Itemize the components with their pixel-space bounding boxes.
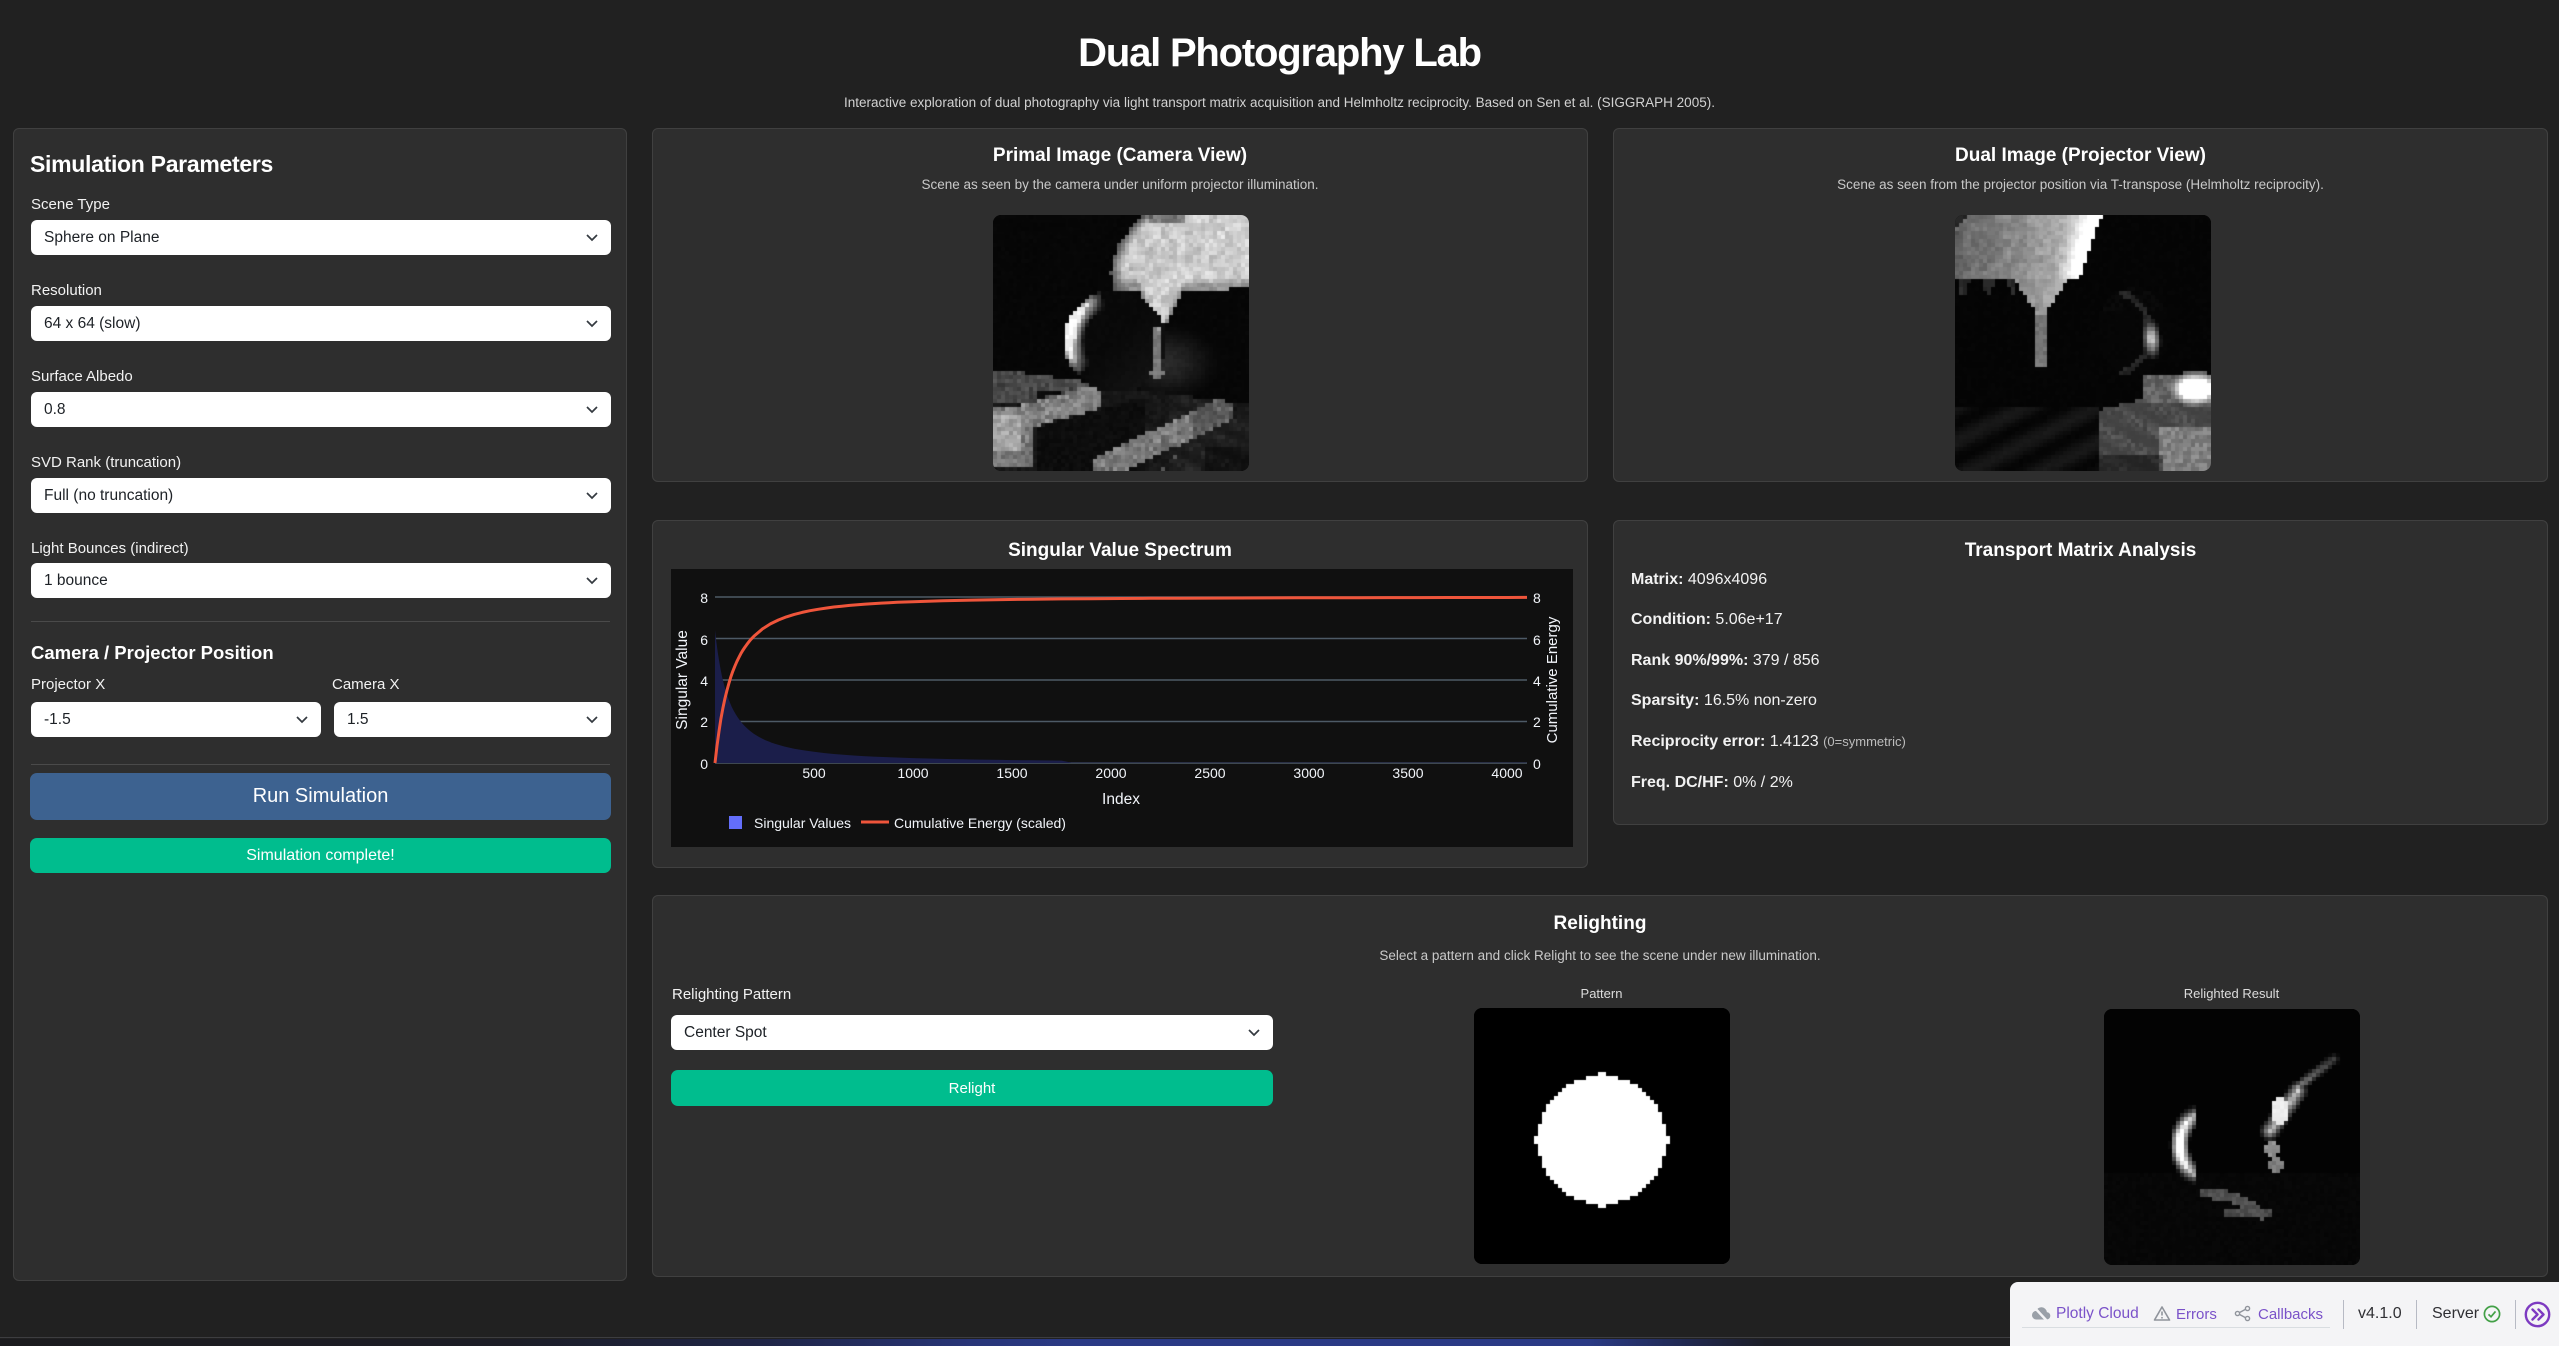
svg-text:1500: 1500 <box>996 765 1027 781</box>
svg-text:Singular Value: Singular Value <box>674 630 691 730</box>
svg-text:4: 4 <box>1533 673 1541 689</box>
svg-text:3500: 3500 <box>1392 765 1423 781</box>
svg-text:4000: 4000 <box>1491 765 1522 781</box>
svg-text:8: 8 <box>1533 590 1541 606</box>
svg-text:0: 0 <box>700 756 708 772</box>
svg-text:2: 2 <box>700 714 708 730</box>
svg-text:6: 6 <box>1533 632 1541 648</box>
svg-text:1000: 1000 <box>897 765 928 781</box>
svg-text:Cumulative Energy: Cumulative Energy <box>1544 616 1561 743</box>
svg-text:500: 500 <box>802 765 826 781</box>
svg-text:0: 0 <box>1533 756 1541 772</box>
svg-text:3000: 3000 <box>1293 765 1324 781</box>
svg-text:Cumulative Energy (scaled): Cumulative Energy (scaled) <box>894 815 1066 831</box>
svg-text:2: 2 <box>1533 714 1541 730</box>
svg-text:6: 6 <box>700 632 708 648</box>
svg-text:2000: 2000 <box>1095 765 1126 781</box>
svg-text:Singular Values: Singular Values <box>754 815 851 831</box>
svg-text:4: 4 <box>700 673 708 689</box>
svg-text:8: 8 <box>700 590 708 606</box>
svg-text:Index: Index <box>1102 791 1140 808</box>
svg-text:2500: 2500 <box>1194 765 1225 781</box>
